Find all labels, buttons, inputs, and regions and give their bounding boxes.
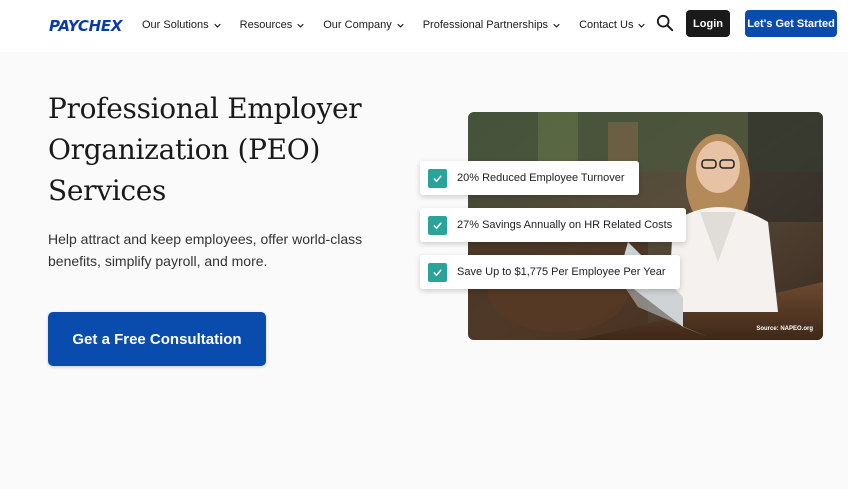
nav-item-label: Our Solutions (142, 19, 209, 31)
chevron-down-icon (638, 23, 646, 28)
nav-item-our-solutions[interactable]: Our Solutions (142, 19, 221, 31)
search-icon[interactable] (656, 14, 674, 32)
chevron-down-icon (213, 23, 221, 28)
stat-text: 27% Savings Annually on HR Related Costs (457, 219, 673, 231)
nav-item-label: Contact Us (579, 19, 634, 31)
photo-source: Source: NAPEO.org (756, 326, 813, 332)
stat-card: Save Up to $1,775 Per Employee Per Year (420, 255, 680, 289)
stat-text: Save Up to $1,775 Per Employee Per Year (457, 266, 666, 278)
hero-section: Professional Employer Organization (PEO)… (0, 52, 848, 489)
hero-description: Help attract and keep employees, offer w… (48, 231, 363, 269)
paychex-logo[interactable]: PAYCHEX (49, 17, 122, 35)
nav-item-label: Resources (239, 19, 293, 31)
main-nav: Our Solutions Resources Our Company Prof… (142, 19, 664, 31)
nav-item-label: Professional Partnerships (422, 19, 549, 31)
checkmark-icon (428, 168, 447, 188)
nav-item-label: Our Company (323, 19, 392, 31)
chevron-down-icon (397, 23, 404, 28)
nav-item-resources[interactable]: Resources (240, 19, 305, 31)
stat-card: 27% Savings Annually on HR Related Costs (420, 208, 687, 242)
free-consultation-button[interactable]: Get a Free Consultation (48, 312, 266, 366)
checkmark-icon (428, 215, 447, 235)
site-header: PAYCHEX Our Solutions Resources Our Comp… (0, 0, 848, 52)
stat-card: 20% Reduced Employee Turnover (420, 161, 639, 195)
lets-get-started-button[interactable]: Let's Get Started (745, 10, 837, 37)
chevron-down-icon (553, 23, 560, 28)
login-button[interactable]: Login (686, 10, 730, 37)
chevron-down-icon (297, 23, 304, 28)
nav-item-contact-us[interactable]: Contact Us (579, 19, 646, 31)
stat-text: 20% Reduced Employee Turnover (457, 172, 625, 184)
page-title: Professional Employer Organization (PEO)… (48, 92, 362, 207)
checkmark-icon (428, 262, 447, 282)
nav-item-professional-partnerships[interactable]: Professional Partnerships (423, 19, 560, 31)
nav-item-our-company[interactable]: Our Company (323, 19, 404, 31)
